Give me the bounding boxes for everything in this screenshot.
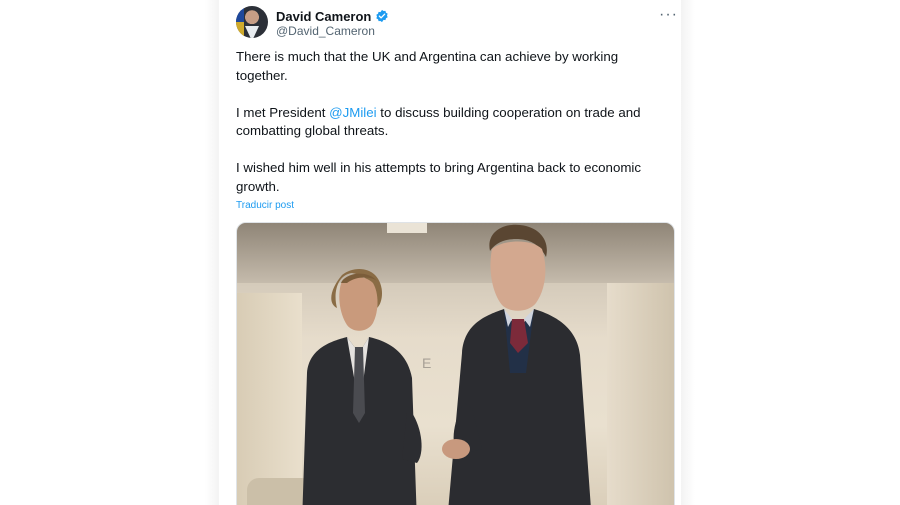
post-card: David Cameron @David_Cameron ··· There i…	[219, 0, 681, 505]
post-paragraph-1: There is much that the UK and Argentina …	[236, 49, 619, 83]
more-options-icon[interactable]: ···	[659, 6, 678, 24]
photo-wall-right	[607, 283, 674, 505]
avatar[interactable]	[236, 6, 268, 38]
mention-link[interactable]: @JMilei	[329, 105, 376, 120]
author-row: David Cameron	[276, 7, 389, 25]
flag-backdrop	[236, 6, 244, 38]
photo-wall-sign: E	[422, 355, 432, 371]
post-paragraph-2: I met President @JMilei to discuss build…	[236, 104, 666, 141]
post-paragraph-3: I wished him well in his attempts to bri…	[236, 160, 642, 194]
paragraph-2-prefix: I met President	[236, 104, 330, 120]
right-shadow	[681, 0, 695, 505]
photo-wall-left	[237, 293, 302, 505]
photo-ceiling-light	[387, 223, 427, 233]
photo-person-right	[442, 224, 591, 505]
translate-link[interactable]: Traducir post	[236, 200, 294, 211]
author-name[interactable]: David Cameron	[276, 9, 371, 24]
post-text: There is much that the UK and Argentina …	[236, 48, 666, 215]
avatar-shirt	[245, 26, 259, 38]
verified-badge-icon	[376, 9, 389, 23]
photo-person-left	[302, 269, 422, 505]
post-photo[interactable]: E	[236, 222, 675, 505]
author-handle[interactable]: @David_Cameron	[276, 24, 375, 38]
left-shadow	[205, 0, 219, 505]
